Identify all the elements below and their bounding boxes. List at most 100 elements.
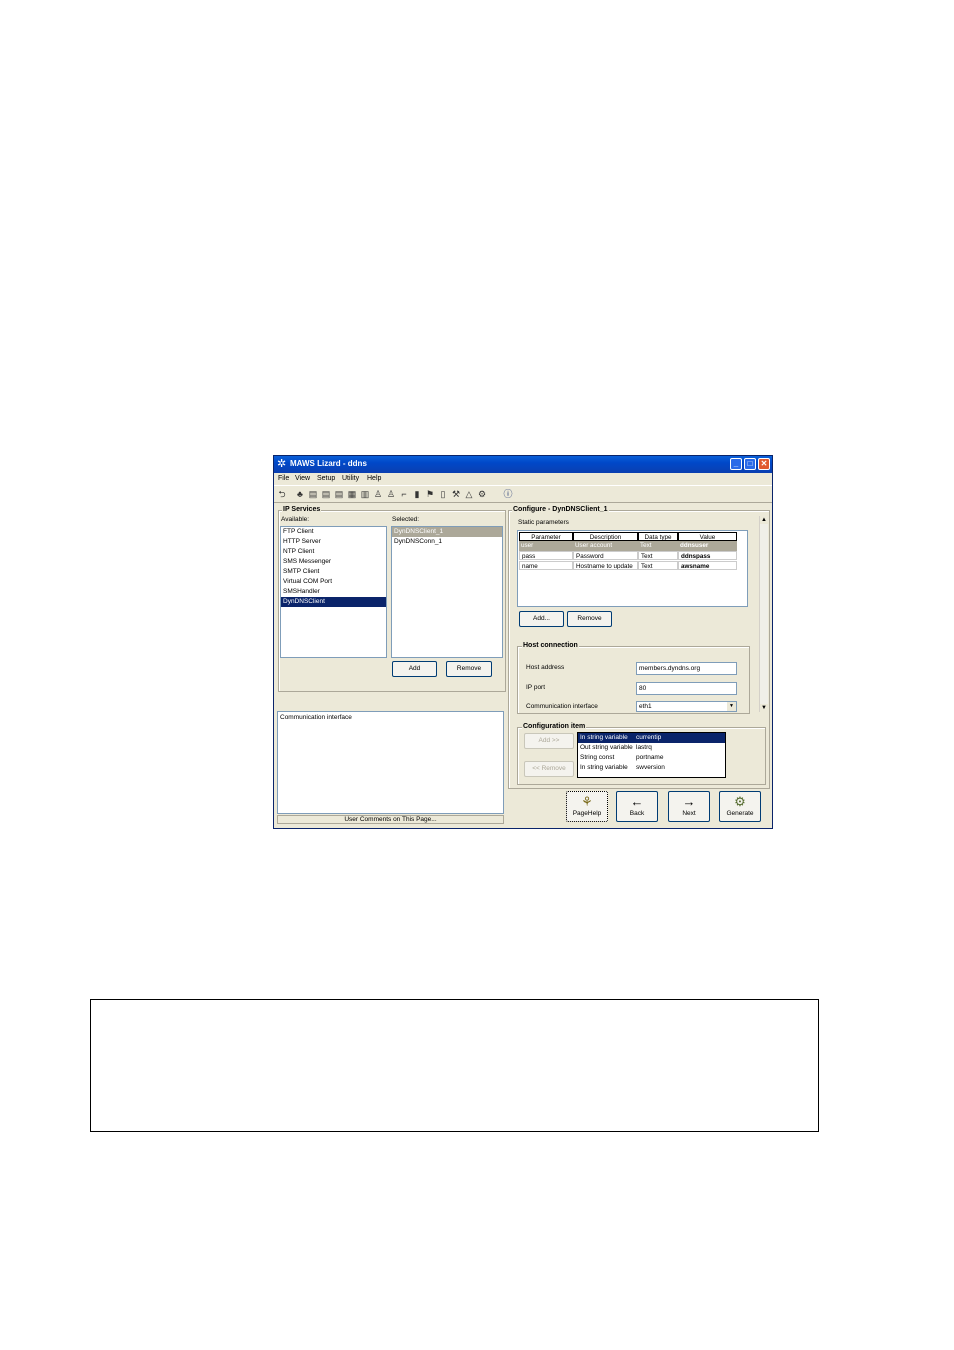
ip-port-label: IP port bbox=[526, 684, 546, 691]
empty-frame bbox=[90, 999, 819, 1132]
scroll-down-icon[interactable]: ▼ bbox=[760, 704, 768, 712]
selected-services-list[interactable]: DynDNSClient_1 DynDNSConn_1 bbox=[391, 526, 503, 658]
static-parameters-label: Static parameters bbox=[518, 519, 569, 526]
host-address-label: Host address bbox=[526, 664, 565, 671]
back-button[interactable]: ← Back bbox=[616, 791, 658, 822]
maximize-icon: □ bbox=[747, 459, 753, 468]
remove-config-item-button[interactable]: << Remove bbox=[524, 761, 574, 777]
ip-port-input[interactable]: 80 bbox=[636, 682, 737, 695]
item-name: currentip bbox=[636, 734, 662, 741]
menu-help[interactable]: Help bbox=[367, 473, 381, 484]
table-cell[interactable]: name bbox=[519, 561, 573, 570]
title-bar[interactable]: ✲ MAWS Lizard - ddns _ □ ✕ bbox=[274, 456, 772, 473]
figure-icon[interactable]: ♙ bbox=[386, 489, 396, 499]
column-header[interactable]: Description bbox=[573, 532, 638, 541]
item-type: In string variable bbox=[580, 764, 628, 771]
add-parameter-button[interactable]: Add... bbox=[519, 611, 564, 627]
close-icon: ✕ bbox=[760, 459, 768, 468]
grid-icon[interactable]: ▦ bbox=[347, 489, 357, 499]
list-item[interactable]: SMTP Client bbox=[281, 567, 386, 577]
menu-utility[interactable]: Utility bbox=[342, 473, 359, 484]
wrench-icon[interactable]: ⚒ bbox=[451, 489, 461, 499]
column-header[interactable]: Parameter bbox=[519, 532, 573, 541]
list-item[interactable]: SMSHandler bbox=[281, 587, 386, 597]
add-config-item-button[interactable]: Add >> bbox=[524, 733, 574, 749]
static-parameters-table[interactable]: Parameter Description Data type Value us… bbox=[517, 530, 748, 607]
generate-button[interactable]: ⚙ Generate bbox=[719, 791, 761, 822]
table-cell[interactable]: ddnspass bbox=[678, 551, 737, 560]
list-item[interactable]: FTP Client bbox=[281, 527, 386, 537]
list-item[interactable]: String const portname bbox=[578, 753, 725, 763]
menu-bar: File View Setup Utility Help bbox=[274, 473, 772, 484]
host-address-input[interactable]: members.dyndns.org bbox=[636, 662, 737, 675]
table-cell[interactable]: ddnsuser bbox=[678, 541, 737, 550]
figure-icon[interactable]: ♙ bbox=[373, 489, 383, 499]
add-service-button[interactable]: Add bbox=[392, 661, 437, 677]
list-item[interactable]: NTP Client bbox=[281, 547, 386, 557]
chart-icon[interactable]: ⌐ bbox=[399, 489, 409, 499]
scroll-up-icon[interactable]: ▲ bbox=[760, 516, 768, 524]
column-header[interactable]: Value bbox=[678, 532, 737, 541]
window-title: MAWS Lizard - ddns bbox=[290, 459, 367, 468]
item-type: Out string variable bbox=[580, 744, 633, 751]
device-icon[interactable]: ▮ bbox=[412, 489, 422, 499]
close-button[interactable]: ✕ bbox=[758, 458, 770, 470]
table-cell[interactable]: Text bbox=[638, 551, 678, 560]
menu-setup[interactable]: Setup bbox=[317, 473, 335, 484]
table-cell[interactable]: Password bbox=[573, 551, 638, 560]
list-item[interactable]: HTTP Server bbox=[281, 537, 386, 547]
list-item[interactable]: DynDNSConn_1 bbox=[392, 537, 502, 547]
list-item[interactable]: In string variable swversion bbox=[578, 763, 725, 773]
dcv-icon[interactable]: ▤ bbox=[334, 489, 344, 499]
network-icon[interactable]: ⚑ bbox=[425, 489, 435, 499]
available-services-list[interactable]: FTP Client HTTP Server NTP Client SMS Me… bbox=[280, 526, 387, 658]
table-cell[interactable]: Text bbox=[638, 541, 678, 550]
pagehelp-button[interactable]: ⚘ PageHelp bbox=[566, 791, 608, 822]
configure-scrollbar[interactable]: ▲ ▼ bbox=[759, 516, 768, 712]
ip-services-title: IP Services bbox=[282, 506, 322, 514]
table-cell[interactable]: pass bbox=[519, 551, 573, 560]
minimize-button[interactable]: _ bbox=[730, 458, 742, 470]
list-item[interactable]: DynDNSClient bbox=[281, 597, 386, 607]
comment-text: Communication interface bbox=[280, 714, 352, 721]
selected-label: Selected: bbox=[392, 516, 420, 523]
arrow-right-icon: → bbox=[682, 794, 696, 809]
list-item[interactable]: In string variable currentip bbox=[578, 733, 725, 743]
communication-interface-select[interactable]: eth1 ▼ bbox=[636, 701, 737, 712]
list-item[interactable]: DynDNSClient_1 bbox=[392, 527, 502, 537]
gear-icon[interactable]: ⚙ bbox=[477, 489, 487, 499]
item-type: In string variable bbox=[580, 734, 628, 741]
chevron-down-icon[interactable]: ▼ bbox=[727, 702, 736, 711]
list-item[interactable]: Virtual COM Port bbox=[281, 577, 386, 587]
remove-parameter-button[interactable]: Remove bbox=[567, 611, 612, 627]
user-comments-textarea[interactable]: Communication interface bbox=[277, 711, 504, 814]
table-cell[interactable]: user bbox=[519, 541, 573, 550]
next-button[interactable]: → Next bbox=[668, 791, 710, 822]
pagehelp-label: PageHelp bbox=[572, 810, 602, 817]
info-icon[interactable]: ⓘ bbox=[503, 489, 513, 499]
remove-service-button[interactable]: Remove bbox=[446, 661, 492, 677]
dcv-icon[interactable]: ▤ bbox=[321, 489, 331, 499]
gears-icon: ⚙ bbox=[734, 794, 746, 809]
back-label: Back bbox=[629, 810, 645, 817]
maximize-button[interactable]: □ bbox=[744, 458, 756, 470]
column-header[interactable]: Data type bbox=[638, 532, 678, 541]
table-cell[interactable]: Hostname to update bbox=[573, 561, 638, 570]
table-cell[interactable]: User account bbox=[573, 541, 638, 550]
menu-file[interactable]: File bbox=[278, 473, 289, 484]
page-icon[interactable]: ▯ bbox=[438, 489, 448, 499]
user-comments-footer[interactable]: User Comments on This Page... bbox=[277, 815, 504, 824]
table-cell[interactable]: Text bbox=[638, 561, 678, 570]
configure-title: Configure - DynDNSClient_1 bbox=[512, 506, 609, 514]
menu-view[interactable]: View bbox=[295, 473, 310, 484]
bell-icon[interactable]: △ bbox=[464, 489, 474, 499]
list-item[interactable]: SMS Messenger bbox=[281, 557, 386, 567]
list-item[interactable]: Out string variable lastrq bbox=[578, 743, 725, 753]
dcv-icon[interactable]: ▥ bbox=[360, 489, 370, 499]
dcv-icon[interactable]: ▤ bbox=[308, 489, 318, 499]
item-name: swversion bbox=[636, 764, 665, 771]
configuration-item-list[interactable]: In string variable currentip Out string … bbox=[577, 732, 726, 778]
tree-icon[interactable]: ♣ bbox=[295, 489, 305, 499]
back-icon[interactable]: ⮌ bbox=[277, 489, 287, 499]
table-cell[interactable]: awsname bbox=[678, 561, 737, 570]
